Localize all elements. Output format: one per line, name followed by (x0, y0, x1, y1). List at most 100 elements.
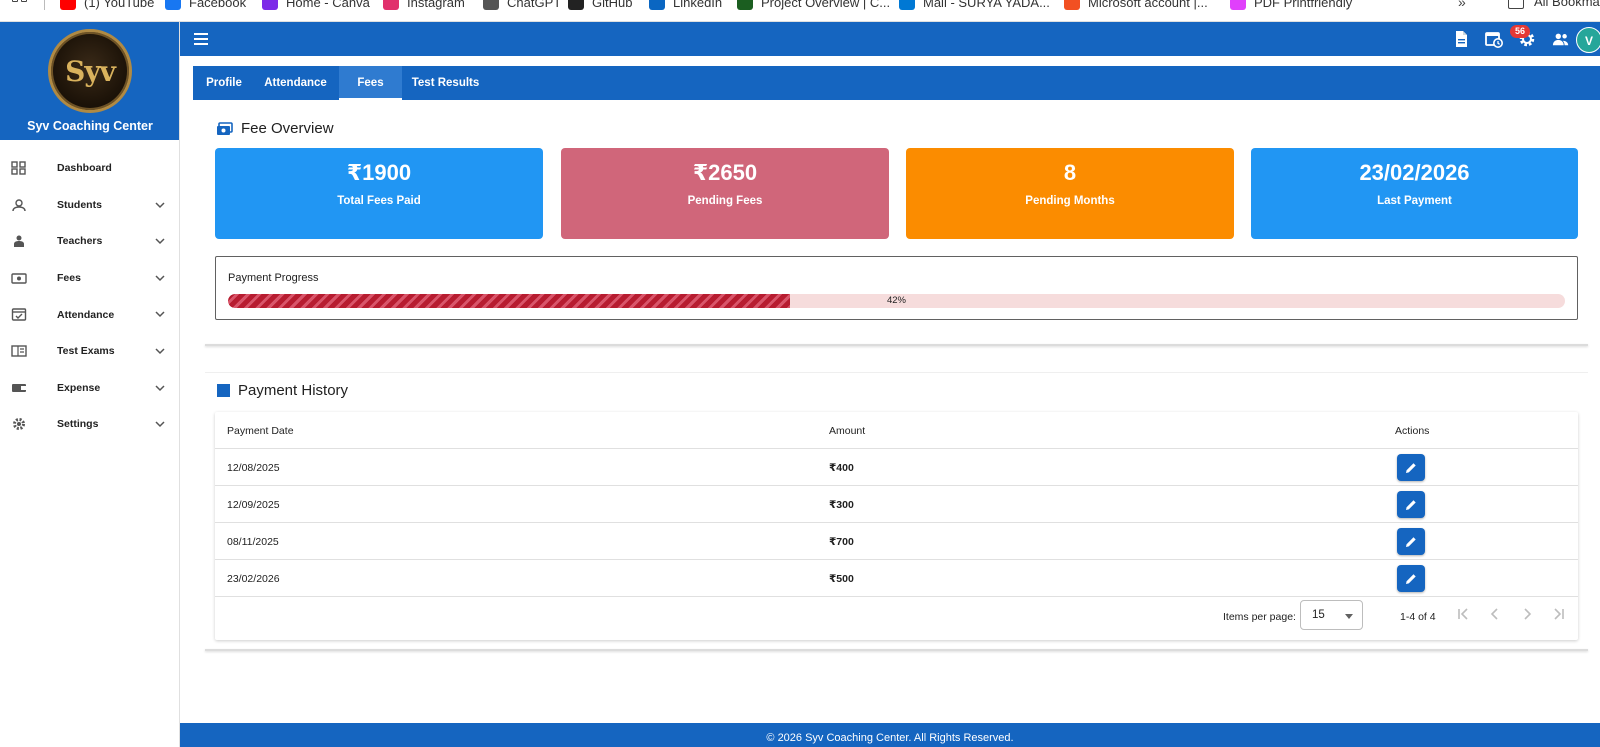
bookmark-favicon-icon (383, 0, 399, 10)
payment-history-table: Payment Date Amount Actions 12/08/2025 ₹4… (215, 412, 1578, 640)
pencil-icon (1406, 536, 1416, 547)
bookmark-item[interactable]: Facebook (165, 0, 246, 10)
bookmarks-overflow-button[interactable]: » (1458, 0, 1466, 10)
user-avatar[interactable]: V (1576, 27, 1600, 53)
chevron-down-icon[interactable] (154, 235, 166, 247)
top-app-bar (180, 22, 1600, 56)
bookmark-item[interactable]: Instagram (383, 0, 465, 10)
folder-icon (1508, 0, 1524, 9)
sidebar-item-teachers[interactable]: Teachers (0, 223, 180, 260)
bookmark-favicon-icon (1230, 0, 1246, 10)
bookmark-favicon-icon (737, 0, 753, 10)
chevron-down-icon[interactable] (154, 308, 166, 320)
tab-attendance[interactable]: Attendance (255, 66, 336, 100)
bookmark-item[interactable]: (1) YouTube (60, 0, 154, 10)
chevron-down-icon[interactable] (154, 345, 166, 357)
hamburger-menu-icon[interactable] (194, 32, 210, 46)
previous-page-icon[interactable] (1487, 606, 1503, 622)
card-value: 8 (1063, 160, 1077, 185)
card-pending-months: 8 Pending Months (906, 148, 1234, 239)
group-icon[interactable] (1552, 30, 1570, 48)
sidebar-item-label: Students (57, 198, 102, 211)
bookmark-label: ChatGPT (507, 0, 562, 10)
bookmark-item[interactable]: GitHub (568, 0, 632, 10)
bookmark-label: Microsoft account |... (1088, 0, 1208, 10)
sidebar-item-label: Expense (57, 381, 101, 394)
sidebar-item-students[interactable]: Students (0, 187, 180, 224)
card-value: ₹1900 (346, 160, 412, 185)
page-size-select[interactable]: 15 (1300, 600, 1363, 630)
table-header-row: Payment Date Amount Actions (215, 412, 1578, 449)
bookmark-item[interactable]: Mail - SURYA YADA... (899, 0, 1050, 10)
page-size-value: 15 (1312, 609, 1325, 621)
payment-progress-title: Payment Progress (228, 272, 319, 284)
dashboard-icon (11, 161, 26, 175)
edit-payment-button[interactable] (1397, 491, 1425, 518)
bookmark-favicon-icon (165, 0, 181, 10)
payment-date-cell: 23/02/2026 (227, 573, 280, 585)
last-page-icon[interactable] (1551, 606, 1567, 622)
sidebar-item-attendance[interactable]: Attendance (0, 296, 180, 333)
profile-tabs: Profile Attendance Fees Test Results (193, 66, 1600, 100)
amount-cell: ₹400 (829, 462, 854, 474)
tab-fees[interactable]: Fees (339, 66, 402, 100)
bookmark-item[interactable]: Project Overview | C... (737, 0, 890, 10)
sidebar-item-label: Test Exams (57, 345, 115, 358)
bookmark-item[interactable]: LinkedIn (649, 0, 722, 10)
sidebar-item-expense[interactable]: Expense (0, 370, 180, 407)
dropdown-arrow-icon (1345, 614, 1353, 619)
section-divider (205, 649, 1588, 651)
history-square-icon (217, 384, 230, 397)
tab-test-results[interactable]: Test Results (402, 66, 489, 100)
chevron-down-icon[interactable] (154, 418, 166, 430)
pencil-icon (1406, 462, 1416, 473)
edit-payment-button[interactable] (1397, 565, 1425, 592)
payment-history-heading: Payment History (217, 382, 348, 399)
brand-name: Syv Coaching Center (27, 119, 153, 133)
bookmark-item[interactable]: Home - Canva (262, 0, 370, 10)
bookmark-item[interactable]: ChatGPT (483, 0, 561, 10)
bookmark-label: Facebook (189, 0, 247, 10)
bookmark-item[interactable]: PDF Printfriendly (1230, 0, 1352, 10)
sidebar-item-test-exams[interactable]: Test Exams (0, 333, 180, 370)
bookmark-label: (1) YouTube (84, 0, 155, 10)
edit-payment-button[interactable] (1397, 528, 1425, 555)
payment-progress-percent: 42% (886, 295, 906, 306)
bookmark-item[interactable]: Microsoft account |... (1064, 0, 1208, 10)
edit-payment-button[interactable] (1397, 454, 1425, 481)
pencil-icon (1406, 499, 1416, 510)
bookmark-favicon-icon (899, 0, 915, 10)
calendar-clock-icon[interactable] (1485, 30, 1503, 48)
notification-badge: 56 (1510, 25, 1530, 38)
document-icon[interactable] (1452, 30, 1470, 48)
wallet-icon (12, 383, 26, 392)
next-page-icon[interactable] (1519, 606, 1535, 622)
teacher-icon (14, 235, 24, 248)
chevron-down-icon[interactable] (154, 382, 166, 394)
chevron-down-icon[interactable] (154, 199, 166, 211)
bookmark-favicon-icon (1064, 0, 1080, 10)
section-divider (205, 372, 1588, 373)
money-icon (217, 121, 233, 135)
chevron-down-icon[interactable] (154, 272, 166, 284)
tab-profile[interactable]: Profile (193, 66, 255, 100)
section-divider (205, 344, 1588, 346)
sidebar-item-dashboard[interactable]: Dashboard (0, 150, 180, 187)
fee-overview-title: Fee Overview (241, 120, 334, 137)
first-page-icon[interactable] (1455, 606, 1471, 622)
apps-grid-icon[interactable] (12, 0, 30, 10)
bookmark-favicon-icon (60, 0, 76, 10)
payment-history-title: Payment History (238, 382, 349, 399)
amount-cell: ₹700 (829, 536, 854, 548)
brand-logo-text: Syv (65, 54, 116, 88)
amount-cell: ₹500 (829, 573, 854, 585)
payment-progress-panel: Payment Progress 42% (215, 256, 1578, 320)
sidebar-item-fees[interactable]: Fees (0, 260, 180, 297)
sidebar: Syv Syv Coaching Center Dashboard Student… (0, 22, 180, 747)
bookmark-label: PDF Printfriendly (1254, 0, 1353, 10)
bookmark-label: GitHub (592, 0, 633, 10)
bookmark-favicon-icon (483, 0, 499, 10)
sidebar-item-settings[interactable]: Settings (0, 406, 180, 443)
app-root: (1) YouTube Facebook Home - Canva Instagram… (0, 0, 1600, 747)
all-bookmarks-button[interactable]: All Bookmarks (1508, 0, 1600, 9)
